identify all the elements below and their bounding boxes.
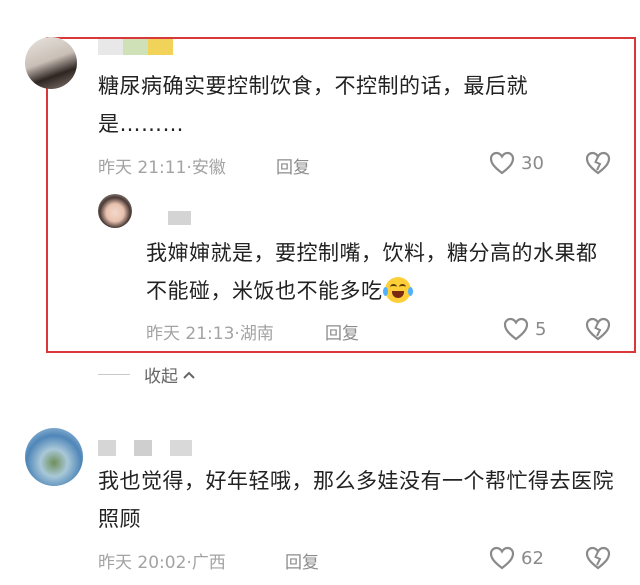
comment-time: 昨天 20:02 bbox=[98, 553, 187, 573]
comment-meta: 昨天 20:02·广西 bbox=[98, 553, 226, 573]
heart-icon bbox=[489, 151, 515, 175]
reply-like-button[interactable]: 5 bbox=[503, 317, 546, 341]
username-blurred[interactable] bbox=[98, 440, 210, 456]
reply-reply-button[interactable]: 回复 bbox=[325, 319, 359, 344]
crying-laughing-emoji-icon bbox=[382, 277, 413, 303]
heart-icon bbox=[503, 317, 529, 341]
dislike-icon[interactable] bbox=[585, 151, 611, 175]
comment-text: 糖尿病确实要控制饮食，不控制的话，最后就是……… bbox=[98, 74, 528, 136]
like-count: 62 bbox=[521, 547, 544, 569]
reply-button[interactable]: 回复 bbox=[285, 548, 319, 573]
collapse-divider bbox=[98, 374, 130, 375]
like-button[interactable]: 30 bbox=[489, 151, 544, 175]
heart-icon bbox=[489, 546, 515, 570]
reply-like-count: 5 bbox=[535, 318, 547, 340]
collapse-button[interactable]: 收起 bbox=[144, 362, 196, 387]
collapse-label: 收起 bbox=[144, 367, 178, 387]
reply-avatar[interactable] bbox=[98, 194, 132, 228]
comment-meta: 昨天 21:11·安徽 bbox=[98, 158, 226, 178]
chevron-up-icon bbox=[182, 370, 196, 380]
username-blurred[interactable] bbox=[98, 39, 173, 55]
comment-text: 我也觉得，好年轻哦，那么多娃没有一个帮忙得去医院照顾 bbox=[98, 469, 614, 531]
reply-location: 湖南 bbox=[239, 324, 274, 344]
reply-dislike-icon[interactable] bbox=[585, 317, 611, 341]
reply-meta: 昨天 21:13·湖南 bbox=[146, 324, 274, 344]
reply-text-content: 我婶婶就是，要控制嘴，饮料，糖分高的水果都不能碰，米饭也不能多吃 bbox=[146, 241, 598, 303]
avatar[interactable] bbox=[25, 37, 77, 89]
avatar[interactable] bbox=[25, 428, 83, 486]
comment-time: 昨天 21:11 bbox=[98, 158, 187, 178]
reply-time: 昨天 21:13 bbox=[146, 324, 235, 344]
comment-location: 广西 bbox=[191, 553, 226, 573]
reply-username-blurred[interactable] bbox=[148, 211, 191, 225]
like-button[interactable]: 62 bbox=[489, 546, 544, 570]
comment-location: 安徽 bbox=[191, 158, 226, 178]
dislike-icon[interactable] bbox=[585, 546, 611, 570]
reply-text: 我婶婶就是，要控制嘴，饮料，糖分高的水果都不能碰，米饭也不能多吃 bbox=[146, 234, 608, 310]
like-count: 30 bbox=[521, 152, 544, 174]
reply-button[interactable]: 回复 bbox=[276, 153, 310, 178]
